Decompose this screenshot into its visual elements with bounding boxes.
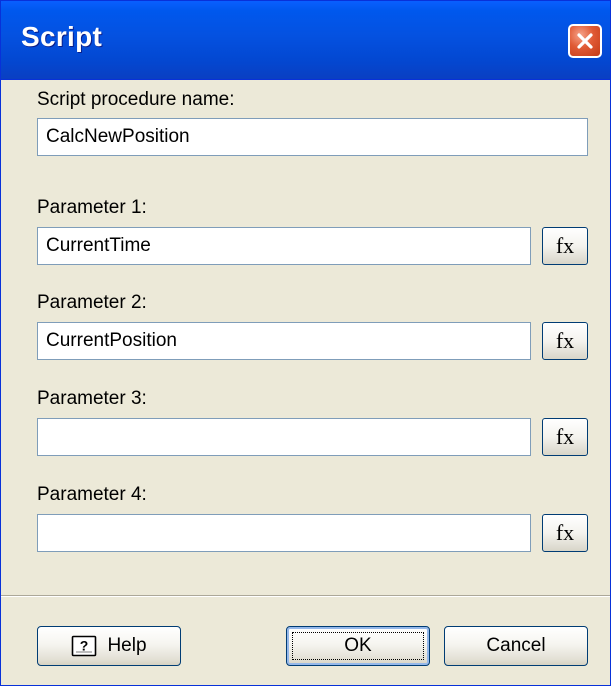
function-icon: fx <box>555 328 575 353</box>
ok-button-label: OK <box>344 635 372 656</box>
function-icon: fx <box>555 233 575 258</box>
function-icon: fx <box>555 424 575 449</box>
parameter-2-fx-button[interactable]: fx <box>542 322 588 360</box>
help-book-icon: ? <box>72 635 97 657</box>
title-bar[interactable]: Script <box>1 1 610 80</box>
parameter-1-fx-button[interactable]: fx <box>542 227 588 265</box>
parameter-2-label: Parameter 2: <box>37 292 147 313</box>
cancel-button-label: Cancel <box>486 635 546 656</box>
parameter-4-fx-button[interactable]: fx <box>542 514 588 552</box>
parameter-4-input[interactable] <box>37 514 531 552</box>
parameter-4-label: Parameter 4: <box>37 484 147 505</box>
procedure-name-label: Script procedure name: <box>37 89 235 110</box>
parameter-3-input[interactable] <box>37 418 531 456</box>
parameter-1-input[interactable] <box>37 227 531 265</box>
button-separator <box>1 595 610 597</box>
parameter-3-label: Parameter 3: <box>37 388 147 409</box>
script-dialog: Script Script procedure name: Parameter … <box>0 0 611 686</box>
ok-button[interactable]: OK <box>286 626 430 666</box>
close-button[interactable] <box>568 24 602 58</box>
parameter-2-input[interactable] <box>37 322 531 360</box>
svg-text:?: ? <box>80 638 89 654</box>
close-icon <box>577 33 593 49</box>
help-button[interactable]: ? Help <box>37 626 181 666</box>
parameter-3-fx-button[interactable]: fx <box>542 418 588 456</box>
function-icon: fx <box>555 520 575 545</box>
help-button-label: Help <box>107 635 147 656</box>
window-title: Script <box>21 21 103 52</box>
parameter-1-label: Parameter 1: <box>37 197 147 218</box>
cancel-button[interactable]: Cancel <box>444 626 588 666</box>
procedure-name-input[interactable] <box>37 118 588 156</box>
